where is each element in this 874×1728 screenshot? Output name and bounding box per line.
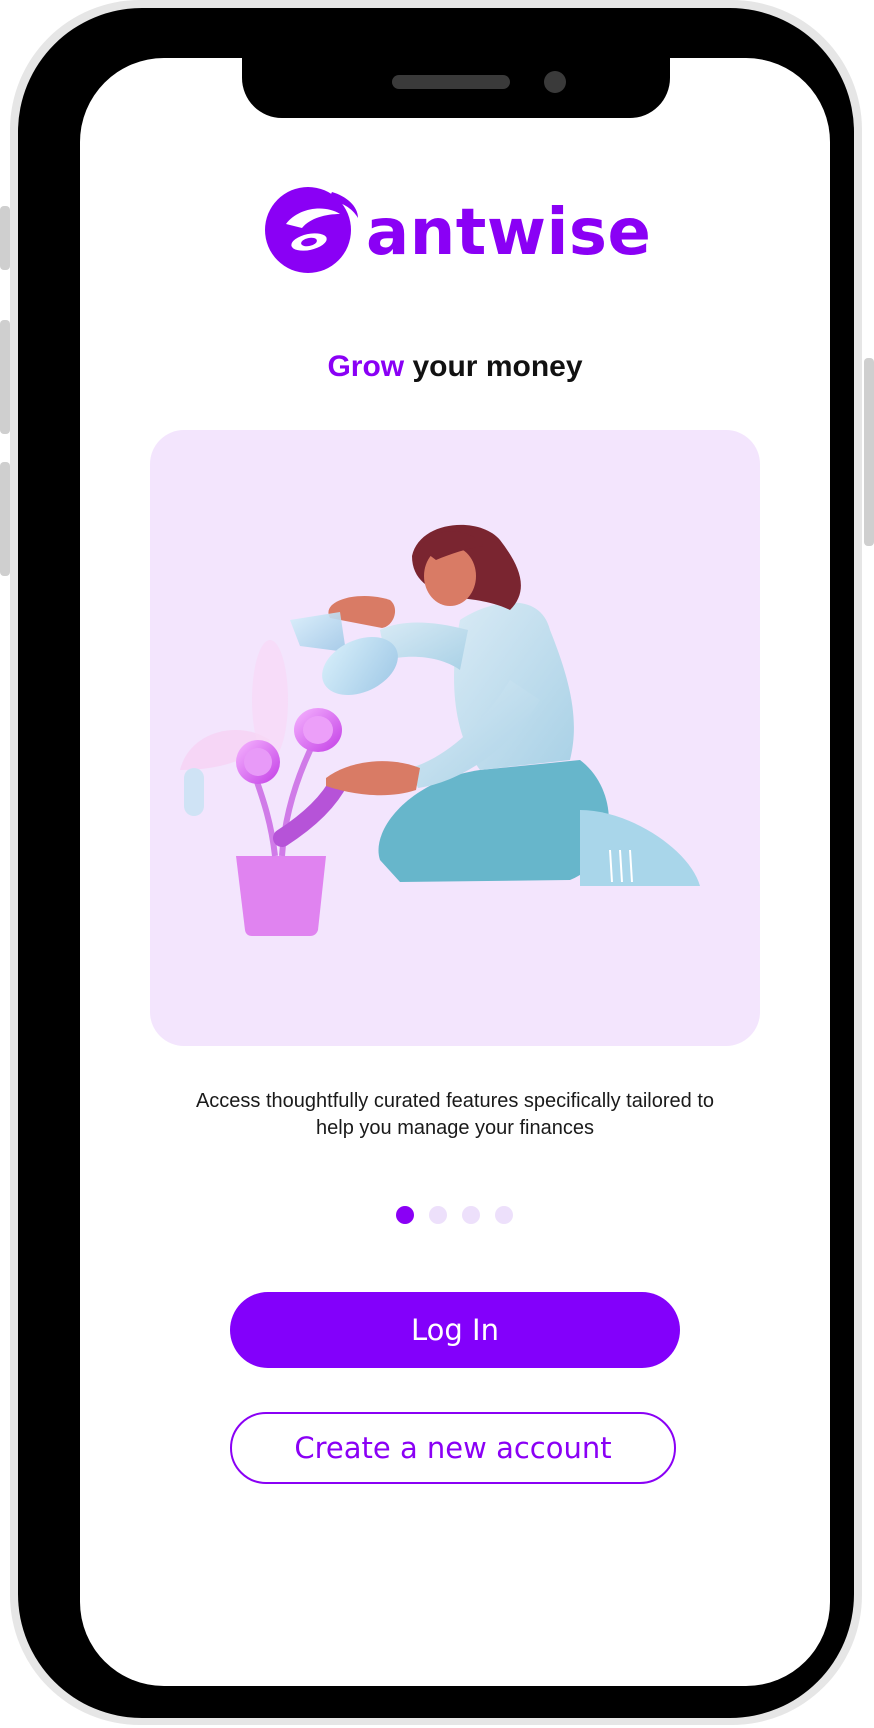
carousel-pagination (396, 1206, 516, 1226)
front-camera (544, 71, 566, 93)
carousel-dot-1[interactable] (396, 1206, 414, 1224)
title-accent: Grow (327, 350, 405, 383)
carousel-dot-3[interactable] (462, 1206, 480, 1224)
login-button[interactable]: Log In (230, 1292, 680, 1368)
device-volume-down-button (0, 462, 10, 576)
phone-screen: antwise Grow your money Access thoughtfu… (80, 58, 830, 1686)
title-rest: your money (404, 350, 583, 383)
feature-description: Access thoughtfully curated features spe… (195, 1090, 715, 1139)
create-account-button[interactable]: Create a new account (230, 1412, 676, 1484)
carousel-dot-2[interactable] (429, 1206, 447, 1224)
antwise-logo-icon (265, 187, 358, 273)
brand-logo: antwise (262, 178, 651, 288)
woman-watering-coin-plant-illustration (180, 524, 700, 936)
speaker-grille (392, 75, 510, 89)
device-volume-up-button (0, 320, 10, 434)
device-power-button (864, 358, 874, 546)
device-side-button (0, 206, 10, 270)
onboarding-illustration (150, 430, 760, 1046)
device-mockup: antwise Grow your money Access thoughtfu… (0, 0, 874, 1728)
page-title: Grow your money (80, 350, 830, 384)
phone-notch (242, 58, 670, 118)
phone-frame: antwise Grow your money Access thoughtfu… (18, 8, 854, 1718)
carousel-dot-4[interactable] (495, 1206, 513, 1224)
brand-name: antwise (366, 196, 652, 270)
